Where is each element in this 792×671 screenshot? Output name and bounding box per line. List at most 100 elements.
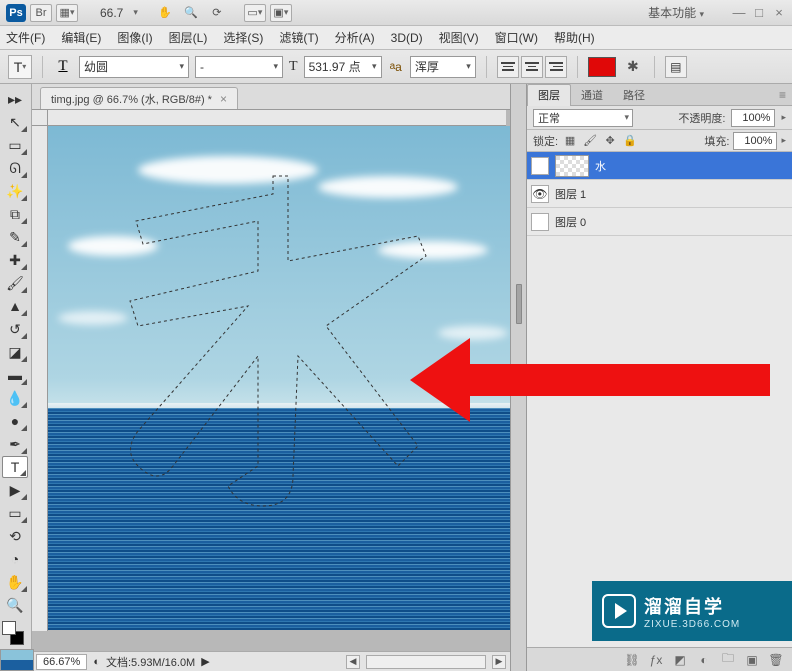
status-menu-icon[interactable]: ▶ xyxy=(201,655,209,668)
menu-help[interactable]: 帮助(H) xyxy=(554,29,595,46)
gradient-tool[interactable]: ▬ xyxy=(2,364,28,386)
text-orientation-icon[interactable]: T xyxy=(53,57,73,77)
layer-name[interactable]: 图层 0 xyxy=(555,214,586,230)
minimize-button[interactable]: — xyxy=(732,6,746,20)
lock-pixels-icon[interactable]: 🖌 xyxy=(582,133,598,149)
scroll-right-button[interactable]: ▶ xyxy=(492,655,506,669)
document-tab[interactable]: timg.jpg @ 66.7% (水, RGB/8#) * × xyxy=(40,87,238,109)
menu-view[interactable]: 视图(V) xyxy=(439,29,479,46)
close-button[interactable]: × xyxy=(772,6,786,20)
menu-layer[interactable]: 图层(L) xyxy=(169,29,208,46)
ruler-horizontal[interactable] xyxy=(48,110,506,126)
menu-file[interactable]: 文件(F) xyxy=(6,29,45,46)
pen-tool[interactable]: ✒ xyxy=(2,433,28,455)
layer-thumbnail[interactable] xyxy=(555,155,589,177)
3d-rotate-tool[interactable]: ⟲ xyxy=(2,525,28,547)
font-family-combo[interactable]: 幼圆▾ xyxy=(79,56,189,78)
layer-name[interactable]: 水 xyxy=(595,158,606,174)
clone-stamp-tool[interactable]: ▲ xyxy=(2,295,28,317)
menu-image[interactable]: 图像(I) xyxy=(117,29,152,46)
lock-transparency-icon[interactable]: ▦ xyxy=(562,133,578,149)
quick-select-tool[interactable]: ✨ xyxy=(2,180,28,202)
brush-tool[interactable]: 🖌 xyxy=(2,272,28,294)
shape-tool[interactable]: ▭ xyxy=(2,502,28,524)
tab-paths[interactable]: 路径 xyxy=(613,84,655,106)
move-tool[interactable]: ↖ xyxy=(2,111,28,133)
lock-all-icon[interactable]: 🔒 xyxy=(622,133,638,149)
workspace-switcher[interactable]: 基本功能 ▾ xyxy=(648,4,704,21)
menu-select[interactable]: 选择(S) xyxy=(223,29,263,46)
layer-row[interactable]: 👁 水 xyxy=(527,152,792,180)
hand-tool-icon[interactable]: ✋ xyxy=(154,4,176,22)
visibility-toggle[interactable] xyxy=(531,213,549,231)
opacity-slider-icon[interactable]: ▸ xyxy=(781,112,786,123)
trash-icon[interactable]: 🗑 xyxy=(768,652,784,668)
scroll-left-button[interactable]: ◀ xyxy=(346,655,360,669)
type-tool[interactable]: T xyxy=(2,456,28,478)
warp-text-icon[interactable]: ✱ xyxy=(622,56,644,78)
close-tab-icon[interactable]: × xyxy=(220,92,227,106)
mask-icon[interactable]: ◩ xyxy=(672,652,688,668)
opacity-value[interactable]: 100% xyxy=(731,109,775,127)
lasso-tool[interactable]: ᘏ xyxy=(2,157,28,179)
menu-analysis[interactable]: 分析(A) xyxy=(335,29,375,46)
align-center-button[interactable] xyxy=(521,56,543,78)
layer-row[interactable]: 图层 0 xyxy=(527,208,792,236)
dock-handle[interactable] xyxy=(510,84,526,671)
link-layers-icon[interactable]: ⛓ xyxy=(624,652,640,668)
align-left-button[interactable] xyxy=(497,56,519,78)
group-icon[interactable]: 🗀 xyxy=(720,652,736,668)
align-right-button[interactable] xyxy=(545,56,567,78)
adjustment-icon[interactable]: ◐ xyxy=(696,652,712,668)
menu-filter[interactable]: 滤镜(T) xyxy=(279,29,318,46)
healing-brush-tool[interactable]: ✚ xyxy=(2,249,28,271)
ruler-vertical[interactable] xyxy=(32,126,48,631)
character-panel-icon[interactable]: ▤ xyxy=(665,56,687,78)
anti-alias-combo[interactable]: 浑厚▾ xyxy=(410,56,476,78)
blur-tool[interactable]: 💧 xyxy=(2,387,28,409)
history-brush-tool[interactable]: ↺ xyxy=(2,318,28,340)
zoom-tool[interactable]: 🔍 xyxy=(2,594,28,616)
document-image[interactable] xyxy=(48,126,510,630)
dodge-tool[interactable]: ● xyxy=(2,410,28,432)
rotate-view-icon[interactable]: ⟳ xyxy=(206,4,228,22)
panel-menu-icon[interactable]: ≡ xyxy=(773,88,792,102)
3d-camera-tool[interactable]: ◔ xyxy=(2,548,28,570)
status-zoom[interactable]: 66.67% xyxy=(36,654,87,670)
bridge-button[interactable]: Br xyxy=(30,4,52,22)
fx-icon[interactable]: ƒx xyxy=(648,652,664,668)
path-select-tool[interactable]: ▶ xyxy=(2,479,28,501)
layer-row[interactable]: 👁 图层 1 xyxy=(527,180,792,208)
lock-position-icon[interactable]: ✥ xyxy=(602,133,618,149)
menu-window[interactable]: 窗口(W) xyxy=(495,29,538,46)
handle-icon[interactable]: ▸▸ xyxy=(2,88,28,110)
mini-bridge-button[interactable]: ▦▾ xyxy=(56,4,78,22)
fill-slider-icon[interactable]: ▸ xyxy=(781,135,786,146)
visibility-toggle[interactable]: 👁 xyxy=(531,157,549,175)
screen-mode-button[interactable]: ▣▾ xyxy=(270,4,292,22)
fg-bg-colors[interactable] xyxy=(2,621,28,645)
hscrollbar[interactable] xyxy=(366,655,486,669)
canvas[interactable] xyxy=(48,126,506,631)
fill-value[interactable]: 100% xyxy=(733,132,777,150)
current-tool-indicator[interactable]: T▾ xyxy=(8,55,32,79)
new-layer-icon[interactable]: ▣ xyxy=(744,652,760,668)
eyedropper-tool[interactable]: ✎ xyxy=(2,226,28,248)
blend-mode-combo[interactable]: 正常▾ xyxy=(533,109,633,127)
eraser-tool[interactable]: ◪ xyxy=(2,341,28,363)
font-size-combo[interactable]: 531.97 点▾ xyxy=(304,56,382,78)
maximize-button[interactable]: □ xyxy=(752,6,766,20)
menu-3d[interactable]: 3D(D) xyxy=(391,31,423,45)
menu-edit[interactable]: 编辑(E) xyxy=(61,29,101,46)
hand-tool[interactable]: ✋ xyxy=(2,571,28,593)
zoom-tool-icon[interactable]: 🔍 xyxy=(180,4,202,22)
crop-tool[interactable]: ⧉ xyxy=(2,203,28,225)
layer-name[interactable]: 图层 1 xyxy=(555,186,586,202)
text-color-swatch[interactable] xyxy=(588,57,616,77)
tab-layers[interactable]: 图层 xyxy=(527,84,571,106)
visibility-toggle[interactable]: 👁 xyxy=(531,185,549,203)
zoom-dropdown-icon[interactable]: ▾ xyxy=(133,7,138,18)
tab-channels[interactable]: 通道 xyxy=(571,84,613,106)
marquee-tool[interactable]: ▭ xyxy=(2,134,28,156)
arrange-button[interactable]: ▭▾ xyxy=(244,4,266,22)
